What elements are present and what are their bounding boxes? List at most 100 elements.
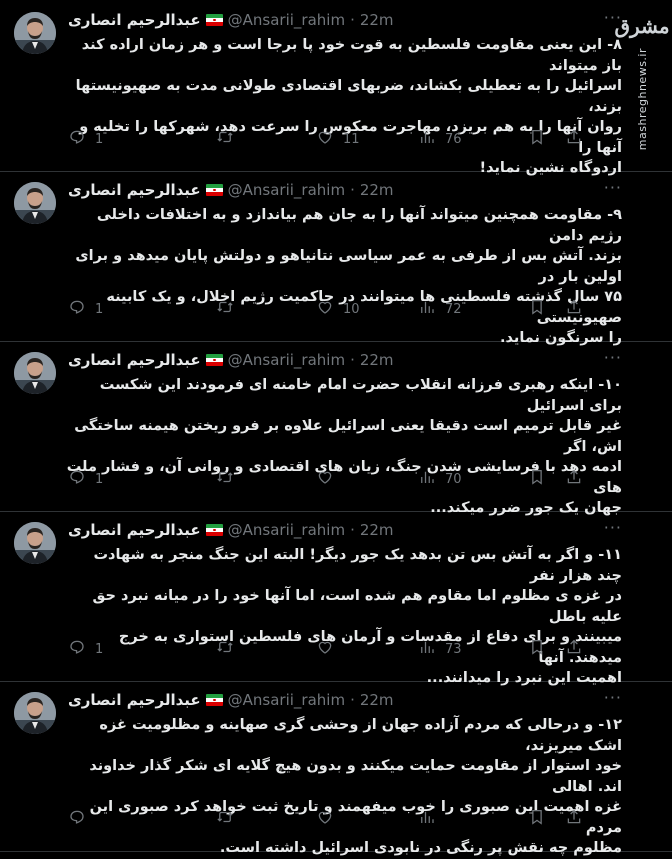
avatar[interactable] [14, 522, 56, 564]
heart-icon [316, 298, 334, 320]
iran-flag-icon [205, 354, 223, 366]
reply-icon [68, 128, 86, 150]
like-button[interactable] [316, 468, 343, 490]
separator: · [350, 691, 355, 709]
retweet-icon [216, 298, 234, 320]
bookmark-button[interactable] [528, 638, 546, 660]
more-options-icon[interactable]: ··· [604, 518, 622, 537]
share-icon [565, 468, 583, 490]
author-handle[interactable]: @Ansarii_rahim [228, 181, 345, 199]
tweet[interactable]: عبدالرحیم انصاری @Ansarii_rahim · 22m ··… [0, 0, 672, 176]
reply-button[interactable]: 1 [68, 468, 103, 490]
reply-button[interactable]: 1 [68, 638, 103, 660]
tweet-time[interactable]: 22m [360, 181, 394, 199]
tweet-header: عبدالرحیم انصاری @Ansarii_rahim · 22m [68, 350, 394, 370]
tweet-text-line: غیر قابل ترمیم است دقیقا یعنی اسرائیل عل… [74, 418, 622, 455]
tweet-actions [68, 808, 588, 830]
tweet-time[interactable]: 22m [360, 521, 394, 539]
views-icon [418, 638, 436, 660]
retweet-button[interactable] [216, 468, 243, 490]
views-button[interactable]: 76 [418, 128, 462, 150]
author-name[interactable]: عبدالرحیم انصاری [68, 691, 201, 709]
tweet[interactable]: عبدالرحیم انصاری @Ansarii_rahim · 22m ··… [0, 340, 672, 516]
author-name[interactable]: عبدالرحیم انصاری [68, 11, 201, 29]
bookmark-icon [528, 468, 546, 490]
views-button[interactable] [418, 808, 445, 830]
retweet-button[interactable] [216, 808, 243, 830]
views-button[interactable]: 70 [418, 468, 462, 490]
reply-count: 1 [95, 641, 104, 657]
tweet-text-line: ۱۱- و اگر به آتش بس تن بدهد یک جور دیگر!… [93, 547, 622, 584]
author-name[interactable]: عبدالرحیم انصاری [68, 181, 201, 199]
tweet-header: عبدالرحیم انصاری @Ansarii_rahim · 22m [68, 10, 394, 30]
reply-count: 1 [95, 301, 104, 317]
iran-flag-icon [205, 14, 223, 26]
tweet-header: عبدالرحیم انصاری @Ansarii_rahim · 22m [68, 180, 394, 200]
reply-button[interactable]: 1 [68, 298, 103, 320]
bookmark-button[interactable] [528, 128, 546, 150]
views-button[interactable]: 72 [418, 298, 462, 320]
share-button[interactable] [565, 808, 583, 830]
tweet-time[interactable]: 22m [360, 351, 394, 369]
retweet-button[interactable] [216, 128, 243, 150]
like-button[interactable] [316, 638, 343, 660]
more-options-icon[interactable]: ··· [604, 688, 622, 707]
bookmark-button[interactable] [528, 808, 546, 830]
tweet[interactable]: عبدالرحیم انصاری @Ansarii_rahim · 22m ··… [0, 510, 672, 686]
retweet-icon [216, 638, 234, 660]
bookmark-button[interactable] [528, 468, 546, 490]
tweet-header: عبدالرحیم انصاری @Ansarii_rahim · 22m [68, 690, 394, 710]
share-button[interactable] [565, 298, 583, 320]
author-name[interactable]: عبدالرحیم انصاری [68, 351, 201, 369]
retweet-button[interactable] [216, 298, 243, 320]
avatar[interactable] [14, 352, 56, 394]
share-icon [565, 638, 583, 660]
like-button[interactable] [316, 808, 343, 830]
heart-icon [316, 808, 334, 830]
author-handle[interactable]: @Ansarii_rahim [228, 351, 345, 369]
avatar[interactable] [14, 692, 56, 734]
reply-icon [68, 638, 86, 660]
tweet-text-line: در غزه ی مظلوم اما مقاوم هم شده است، اما… [92, 588, 622, 625]
more-options-icon[interactable]: ··· [604, 178, 622, 197]
tweet-text-line: ۱۲- و درحالی که مردم آزاده جهان از وحشی … [99, 717, 622, 754]
tweet-actions: 1 73 [68, 638, 588, 660]
watermark: مشرق mashreghnews.ir [614, 14, 670, 150]
share-icon [565, 298, 583, 320]
bookmark-icon [528, 298, 546, 320]
heart-icon [316, 468, 334, 490]
avatar[interactable] [14, 12, 56, 54]
author-name[interactable]: عبدالرحیم انصاری [68, 521, 201, 539]
bookmark-icon [528, 128, 546, 150]
tweet-text-line: اسرائیل را به تعطیلی بکشاند، ضربهای اقتص… [75, 78, 622, 115]
share-button[interactable] [565, 638, 583, 660]
share-button[interactable] [565, 128, 583, 150]
tweet-text-line: خود استوار از مقاومت حمایت میکنند و بدون… [89, 758, 622, 795]
views-button[interactable]: 73 [418, 638, 462, 660]
tweet-actions: 1 11 76 [68, 128, 588, 150]
more-options-icon[interactable]: ··· [604, 348, 622, 367]
share-icon [565, 128, 583, 150]
tweet[interactable]: عبدالرحیم انصاری @Ansarii_rahim · 22m ··… [0, 170, 672, 346]
bookmark-button[interactable] [528, 298, 546, 320]
avatar[interactable] [14, 182, 56, 224]
like-button[interactable]: 11 [316, 128, 360, 150]
view-count: 76 [445, 131, 462, 147]
like-button[interactable]: 10 [316, 298, 360, 320]
heart-icon [316, 128, 334, 150]
tweet-text: ۱۱- و اگر به آتش بس تن بدهد یک جور دیگر!… [66, 545, 622, 689]
tweet-text-line: ۹- مقاومت همچنین میتواند آنها را به جان … [96, 207, 622, 244]
tweet[interactable]: عبدالرحیم انصاری @Ansarii_rahim · 22m ··… [0, 680, 672, 856]
view-count: 73 [445, 641, 462, 657]
tweet-time[interactable]: 22m [360, 11, 394, 29]
author-handle[interactable]: @Ansarii_rahim [228, 521, 345, 539]
reply-button[interactable]: 1 [68, 128, 103, 150]
tweet-time[interactable]: 22m [360, 691, 394, 709]
retweet-button[interactable] [216, 638, 243, 660]
author-handle[interactable]: @Ansarii_rahim [228, 11, 345, 29]
tweet-text: ۱۲- و درحالی که مردم آزاده جهان از وحشی … [66, 715, 622, 859]
author-handle[interactable]: @Ansarii_rahim [228, 691, 345, 709]
share-button[interactable] [565, 468, 583, 490]
reply-button[interactable] [68, 808, 95, 830]
separator: · [350, 11, 355, 29]
